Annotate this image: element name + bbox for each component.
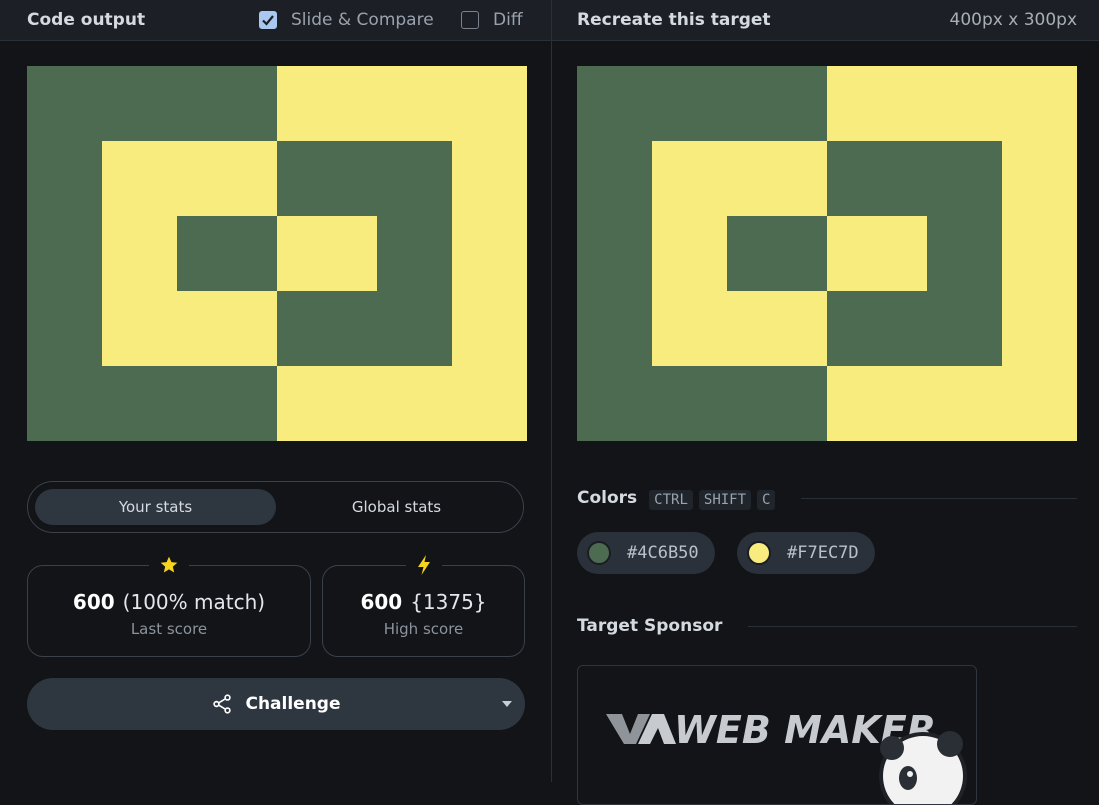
chevron-down-icon[interactable] <box>501 699 513 709</box>
stats-toggle: Your stats Global stats <box>27 481 524 533</box>
diff-label: Diff <box>493 10 523 30</box>
high-score-label: High score <box>383 620 464 638</box>
color-swatch-green[interactable]: #4C6B50 <box>577 532 715 574</box>
star-icon <box>149 552 189 578</box>
last-score-match: (100% match) <box>122 590 266 614</box>
color-swatch-yellow[interactable]: #F7EC7D <box>737 532 875 574</box>
shortcut-key-c: C <box>757 489 776 510</box>
last-score-label: Last score <box>130 620 208 638</box>
target-panel: Recreate this target 400px x 300px Color… <box>552 0 1099 805</box>
diff-toggle[interactable]: Diff <box>461 10 523 30</box>
code-output-canvas[interactable] <box>27 66 527 441</box>
divider-line <box>748 625 1077 627</box>
color-hex: #F7EC7D <box>787 543 859 563</box>
color-hex: #4C6B50 <box>627 543 699 563</box>
slide-compare-checkbox[interactable] <box>259 11 277 29</box>
challenge-button[interactable]: Challenge <box>27 678 525 730</box>
target-image <box>577 66 1077 441</box>
last-score-value: 600 <box>72 590 115 614</box>
tab-global-stats[interactable]: Global stats <box>276 489 517 525</box>
last-score-card: 600 (100% match) Last score <box>27 552 311 657</box>
shortcut-key-shift: SHIFT <box>698 489 752 510</box>
share-icon <box>213 694 232 714</box>
output-render <box>27 66 527 441</box>
target-render <box>577 66 1077 441</box>
tab-your-stats[interactable]: Your stats <box>35 489 276 525</box>
high-score-card: 600 {1375} High score <box>322 552 525 657</box>
code-output-title: Code output <box>27 10 146 30</box>
target-header: Recreate this target 400px x 300px <box>552 0 1099 41</box>
slide-compare-toggle[interactable]: Slide & Compare <box>259 10 434 30</box>
color-dot <box>747 541 771 565</box>
colors-label: Colors <box>577 488 638 508</box>
sponsor-section-header: Target Sponsor <box>577 616 1077 636</box>
target-title: Recreate this target <box>577 10 771 30</box>
divider-line <box>801 497 1077 499</box>
sponsor-label: Target Sponsor <box>577 616 723 636</box>
high-score-value: 600 <box>360 590 403 614</box>
code-output-panel: Code output Slide & Compare Diff Your st… <box>0 0 551 782</box>
slide-compare-label: Slide & Compare <box>291 10 434 30</box>
bolt-icon <box>405 552 442 578</box>
code-output-header: Code output Slide & Compare Diff <box>0 0 551 41</box>
diff-checkbox[interactable] <box>461 11 479 29</box>
challenge-label: Challenge <box>245 694 341 714</box>
high-score-extra: {1375} <box>410 590 487 614</box>
target-dimensions: 400px x 300px <box>949 10 1077 30</box>
color-dot <box>587 541 611 565</box>
colors-section-header: Colors CTRL SHIFT C <box>577 488 1077 510</box>
shortcut-key-ctrl: CTRL <box>649 489 693 510</box>
webmaker-logo: WEB MAKER <box>606 708 967 804</box>
sponsor-card[interactable]: WEB MAKER <box>577 665 977 805</box>
check-icon <box>262 15 274 26</box>
